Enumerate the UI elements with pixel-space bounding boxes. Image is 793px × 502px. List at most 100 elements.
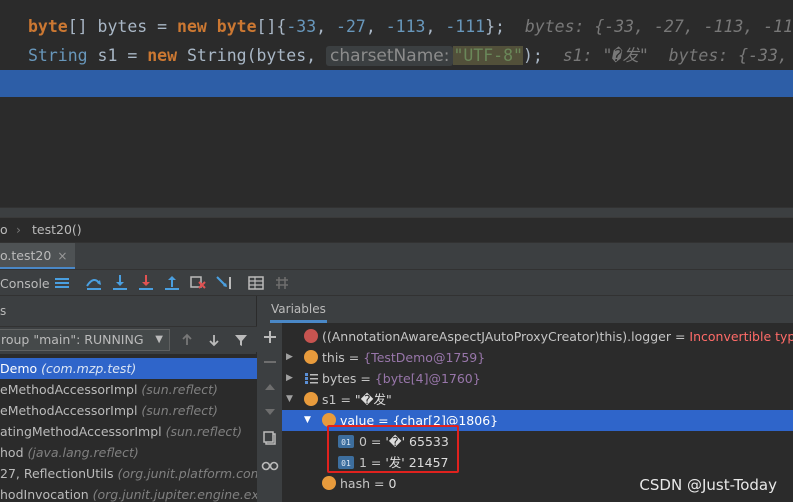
variable-equals: =	[356, 371, 375, 386]
arrow-down-icon[interactable]	[206, 332, 222, 348]
frame-method: eMethodAccessorImpl	[0, 403, 142, 418]
keyword: new	[177, 17, 207, 36]
number-literal: -33	[286, 17, 317, 36]
arrow-down-icon[interactable]	[261, 403, 279, 421]
run-to-cursor-icon[interactable]	[214, 273, 234, 293]
frame-package: (org.junit.platform.commo	[117, 466, 257, 481]
inline-debug-value: bytes: {-33, -27	[668, 46, 788, 65]
frames-panel: s roup "main": RUNNING ▼ Demo (com.mzp.t…	[0, 296, 257, 502]
step-over-icon[interactable]	[84, 273, 104, 293]
number-literal: -27	[336, 17, 366, 36]
breadcrumb-separator: ›	[16, 222, 21, 237]
frame-item[interactable]: Demo (com.mzp.test)	[0, 358, 257, 379]
frame-package: (sun.reflect)	[165, 424, 243, 439]
step-into-icon[interactable]	[110, 273, 130, 293]
table-icon[interactable]	[246, 273, 266, 293]
force-step-into-icon[interactable]	[136, 273, 156, 293]
field-icon	[322, 476, 336, 490]
code-line-2[interactable]: String s1 = new String(bytes, charsetNam…	[28, 42, 793, 70]
step-out-icon[interactable]	[162, 273, 182, 293]
debug-session-tab[interactable]: o.test20 ×	[0, 243, 76, 270]
watermark: CSDN @Just-Today	[639, 476, 777, 494]
code-text: ,	[316, 17, 337, 36]
code-text: []{	[256, 17, 287, 36]
chevron-down-icon[interactable]: ▼	[304, 410, 314, 431]
inline-debug-value: s1: "�发"	[542, 46, 649, 65]
error-icon	[304, 329, 318, 343]
code-line-1[interactable]: byte[] bytes = new byte[]{-33, -27, -113…	[28, 13, 793, 41]
keyword: new	[147, 46, 178, 65]
variable-row-this[interactable]: ▶ this = {TestDemo@1759}	[282, 347, 793, 368]
panel-splitter[interactable]	[0, 207, 793, 217]
frame-method: atingMethodAccessorImpl	[0, 424, 166, 439]
frame-item[interactable]: hodInvocation (org.junit.jupiter.engine.…	[0, 484, 257, 502]
chevron-right-icon[interactable]: ▶	[286, 347, 296, 368]
frame-item[interactable]: hod (java.lang.reflect)	[0, 442, 257, 463]
code-text: ,	[425, 17, 446, 36]
variable-name: this	[322, 350, 345, 365]
object-icon	[304, 350, 318, 364]
thread-dropdown[interactable]: roup "main": RUNNING ▼	[0, 329, 170, 351]
debug-tab-label: o.test20	[0, 248, 52, 263]
frame-item[interactable]: eMethodAccessorImpl (sun.reflect)	[0, 400, 257, 421]
frame-package: (org.junit.jupiter.engine.execu	[92, 487, 257, 502]
variable-value: {byte[4]@1760}	[374, 371, 481, 386]
console-tab-label: Console	[0, 276, 50, 291]
variables-tab[interactable]: Variables	[270, 296, 327, 323]
frame-list: Demo (com.mzp.test) eMethodAccessorImpl …	[0, 354, 257, 502]
string-literal: "UTF-8"	[453, 46, 523, 65]
code-text: [] bytes =	[67, 17, 178, 36]
arrow-up-icon[interactable]	[261, 378, 279, 396]
frame-item[interactable]: 27, ReflectionUtils (org.junit.platform.…	[0, 463, 257, 484]
type-name: String	[28, 46, 88, 65]
frames-header: s	[0, 296, 257, 326]
keyword: byte	[28, 17, 68, 36]
breadcrumb-class[interactable]: o	[0, 218, 8, 242]
plus-icon[interactable]	[261, 328, 279, 346]
watches-glasses-icon[interactable]	[261, 456, 279, 474]
variable-equals: =	[344, 350, 364, 365]
code-text: s1 =	[87, 46, 148, 65]
code-editor[interactable]: byte[] bytes = new byte[]{-33, -27, -113…	[0, 0, 793, 207]
debug-toolbar: Console	[0, 269, 793, 296]
filter-icon[interactable]	[233, 332, 249, 348]
frame-item[interactable]: eMethodAccessorImpl (sun.reflect)	[0, 379, 257, 400]
variable-row-s1[interactable]: ▼ s1 = "�发"	[282, 389, 793, 410]
variable-value: 0	[388, 476, 397, 491]
drop-frame-icon[interactable]	[188, 273, 208, 293]
code-text: ,	[365, 17, 386, 36]
frames-title: s	[0, 304, 7, 318]
frame-item[interactable]: atingMethodAccessorImpl (sun.reflect)	[0, 421, 257, 442]
code-text: };	[485, 17, 505, 36]
chevron-right-icon[interactable]: ▶	[286, 368, 296, 389]
breadcrumb-method[interactable]: test20()	[32, 218, 82, 242]
minus-icon[interactable]	[261, 353, 279, 371]
variable-row-bytes[interactable]: ▶ bytes = {byte[4]@1760}	[282, 368, 793, 389]
variable-row-logger[interactable]: ((AnnotationAwareAspectJAutoProxyCreator…	[282, 326, 793, 347]
variable-value: "�发"	[354, 392, 392, 407]
debug-session-tabs: o.test20 ×	[0, 242, 793, 270]
variable-value: Inconvertible types; ca	[689, 329, 793, 344]
variable-name: ((AnnotationAwareAspectJAutoProxyCreator…	[322, 329, 671, 344]
variables-title: Variables	[271, 302, 326, 316]
object-icon	[304, 392, 318, 406]
highlight-annotation-box	[327, 425, 459, 473]
arrow-up-icon[interactable]	[179, 332, 195, 348]
keyword: byte	[216, 17, 257, 36]
breadcrumb: o › test20()	[0, 217, 793, 242]
variables-gutter	[257, 323, 282, 502]
copy-icon[interactable]	[261, 429, 279, 447]
chevron-down-icon[interactable]: ▼	[286, 389, 296, 410]
variables-header: Variables	[257, 296, 793, 323]
variable-equals: =	[336, 392, 355, 407]
console-tab[interactable]: Console	[0, 272, 50, 296]
variable-name: s1	[322, 392, 337, 407]
number-literal: -113	[385, 17, 426, 36]
chevron-down-icon: ▼	[155, 334, 163, 345]
current-execution-line	[0, 70, 793, 97]
menu-icon[interactable]	[52, 273, 72, 293]
close-icon[interactable]: ×	[57, 249, 67, 263]
evaluate-icon[interactable]	[272, 273, 292, 293]
frame-method: eMethodAccessorImpl	[0, 382, 142, 397]
